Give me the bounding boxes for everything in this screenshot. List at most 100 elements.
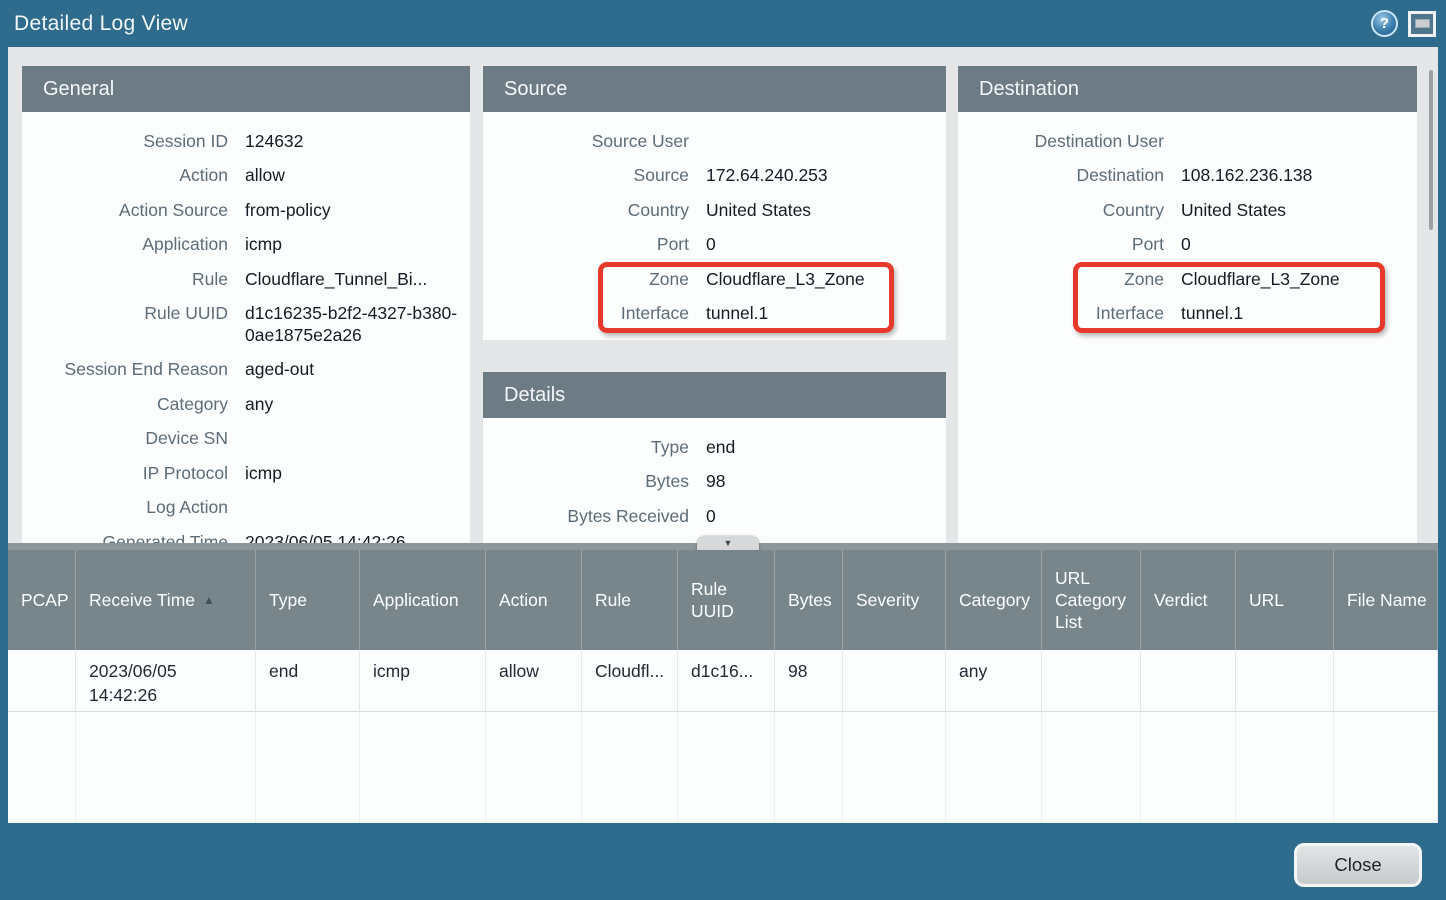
field-label: Action — [22, 165, 228, 187]
table-filler-cell — [678, 712, 775, 823]
field-value: United States — [1181, 200, 1286, 222]
column-header-url-category-list[interactable]: URL Category List — [1042, 550, 1141, 650]
details-panel: Details Typeend Bytes98 Bytes Received0 — [483, 372, 946, 543]
field-row: Source User — [483, 124, 946, 159]
field-value: tunnel.1 — [1181, 303, 1243, 325]
column-header-rule[interactable]: Rule — [582, 550, 678, 650]
source-panel: Source Source User Source172.64.240.253 … — [483, 66, 946, 340]
field-value: United States — [706, 200, 811, 222]
table-cell-severity[interactable] — [843, 650, 946, 712]
table-cell-file-name[interactable] — [1334, 650, 1438, 712]
column-header-verdict[interactable]: Verdict — [1141, 550, 1236, 650]
chevron-down-icon: ▼ — [724, 539, 733, 548]
close-button[interactable]: Close — [1294, 843, 1422, 887]
general-panel: General Session ID124632 Actionallow Act… — [22, 66, 470, 543]
field-row: Port 0 — [958, 228, 1417, 263]
field-value: icmp — [245, 463, 282, 485]
field-label: Interface — [958, 303, 1164, 325]
destination-panel: Destination Destination User Destination… — [958, 66, 1417, 543]
field-value: 124632 — [245, 131, 303, 153]
column-header-application[interactable]: Application — [360, 550, 486, 650]
table-cell-rule[interactable]: Cloudfl... — [582, 650, 678, 712]
field-label: Application — [22, 234, 228, 256]
field-label: Device SN — [22, 428, 228, 450]
table-filler-cell — [486, 712, 582, 823]
titlebar-icons: ? — [1371, 10, 1436, 37]
field-row: Destination108.162.236.138 — [958, 159, 1417, 194]
table-cell-pcap[interactable] — [8, 650, 76, 712]
field-value: tunnel.1 — [706, 303, 768, 325]
table-filler-cell — [360, 712, 486, 823]
log-table: PCAP Receive Time▲ Type Application Acti… — [8, 550, 1438, 823]
field-row: Port0 — [483, 228, 946, 263]
column-header-url[interactable]: URL — [1236, 550, 1334, 650]
table-cell-bytes[interactable]: 98 — [775, 650, 843, 712]
field-label: Action Source — [22, 200, 228, 222]
field-label: Zone — [958, 269, 1164, 291]
field-value: allow — [245, 165, 285, 187]
field-label: Category — [22, 394, 228, 416]
collapse-handle[interactable]: ▼ — [697, 536, 759, 550]
vertical-scrollbar-thumb[interactable] — [1429, 70, 1433, 230]
field-row: Session End Reason aged-out — [22, 353, 470, 388]
field-label: Session ID — [22, 131, 228, 153]
table-cell-action[interactable]: allow — [486, 650, 582, 712]
window-icon[interactable] — [1408, 11, 1436, 37]
column-header-category[interactable]: Category — [946, 550, 1042, 650]
field-label: Session End Reason — [22, 359, 228, 381]
field-label: Rule — [22, 269, 228, 291]
table-filler-cell — [1236, 712, 1334, 823]
table-filler-cell — [843, 712, 946, 823]
field-row: Bytes Received0 — [483, 499, 946, 534]
field-label: Type — [483, 437, 689, 459]
table-cell-verdict[interactable] — [1141, 650, 1236, 712]
field-value: 0 — [706, 506, 716, 528]
column-header-action[interactable]: Action — [486, 550, 582, 650]
table-filler-cell — [256, 712, 360, 823]
field-value: 2023/06/05 14:42:26 — [245, 532, 406, 544]
table-cell-application[interactable]: icmp — [360, 650, 486, 712]
field-row: Device SN — [22, 422, 470, 457]
table-cell-receive-time[interactable]: 2023/06/05 14:42:26 — [76, 650, 256, 712]
column-header-type[interactable]: Type — [256, 550, 360, 650]
field-value: 0 — [1181, 234, 1191, 256]
table-cell-url-category-list[interactable] — [1042, 650, 1141, 712]
field-row: Destination User — [958, 124, 1417, 159]
field-row: Session ID 124632 — [22, 124, 470, 159]
field-label: Country — [958, 200, 1164, 222]
column-header-severity[interactable]: Severity — [843, 550, 946, 650]
field-row: ZoneCloudflare_L3_Zone — [483, 262, 946, 297]
field-value: Cloudflare_L3_Zone — [1181, 269, 1340, 291]
column-header-bytes[interactable]: Bytes — [775, 550, 843, 650]
table-cell-url[interactable] — [1236, 650, 1334, 712]
field-row: Action Sourcefrom-policy — [22, 193, 470, 228]
column-header-receive-time[interactable]: Receive Time▲ — [76, 550, 256, 650]
sort-asc-icon: ▲ — [203, 589, 215, 611]
field-row: CountryUnited States — [483, 193, 946, 228]
field-row: Typeend — [483, 430, 946, 465]
field-row: Bytes98 — [483, 465, 946, 500]
field-label: Port — [958, 234, 1164, 256]
column-header-rule-uuid[interactable]: Rule UUID — [678, 550, 775, 650]
table-cell-category[interactable]: any — [946, 650, 1042, 712]
field-value: aged-out — [245, 359, 314, 381]
details-panel-header: Details — [483, 372, 946, 418]
destination-panel-body: Destination User Destination108.162.236.… — [958, 112, 1417, 331]
destination-panel-header: Destination — [958, 66, 1417, 112]
field-row: RuleCloudflare_Tunnel_Bi... — [22, 262, 470, 297]
column-header-pcap[interactable]: PCAP — [8, 550, 76, 650]
field-value: 98 — [706, 471, 725, 493]
table-cell-rule-uuid[interactable]: d1c16... — [678, 650, 775, 712]
field-value: end — [706, 437, 735, 459]
table-filler-cell — [946, 712, 1042, 823]
field-row: IP Protocolicmp — [22, 456, 470, 491]
details-panel-body: Typeend Bytes98 Bytes Received0 — [483, 418, 946, 534]
field-value: d1c16235-b2f2-4327-b380-0ae1875e2a26 — [245, 303, 469, 346]
table-cell-type[interactable]: end — [256, 650, 360, 712]
column-header-file-name[interactable]: File Name — [1334, 550, 1438, 650]
help-icon[interactable]: ? — [1371, 10, 1398, 37]
table-filler-cell — [8, 712, 76, 823]
field-value: 108.162.236.138 — [1181, 165, 1312, 187]
field-value: 0 — [706, 234, 716, 256]
field-row: Action allow — [22, 159, 470, 194]
